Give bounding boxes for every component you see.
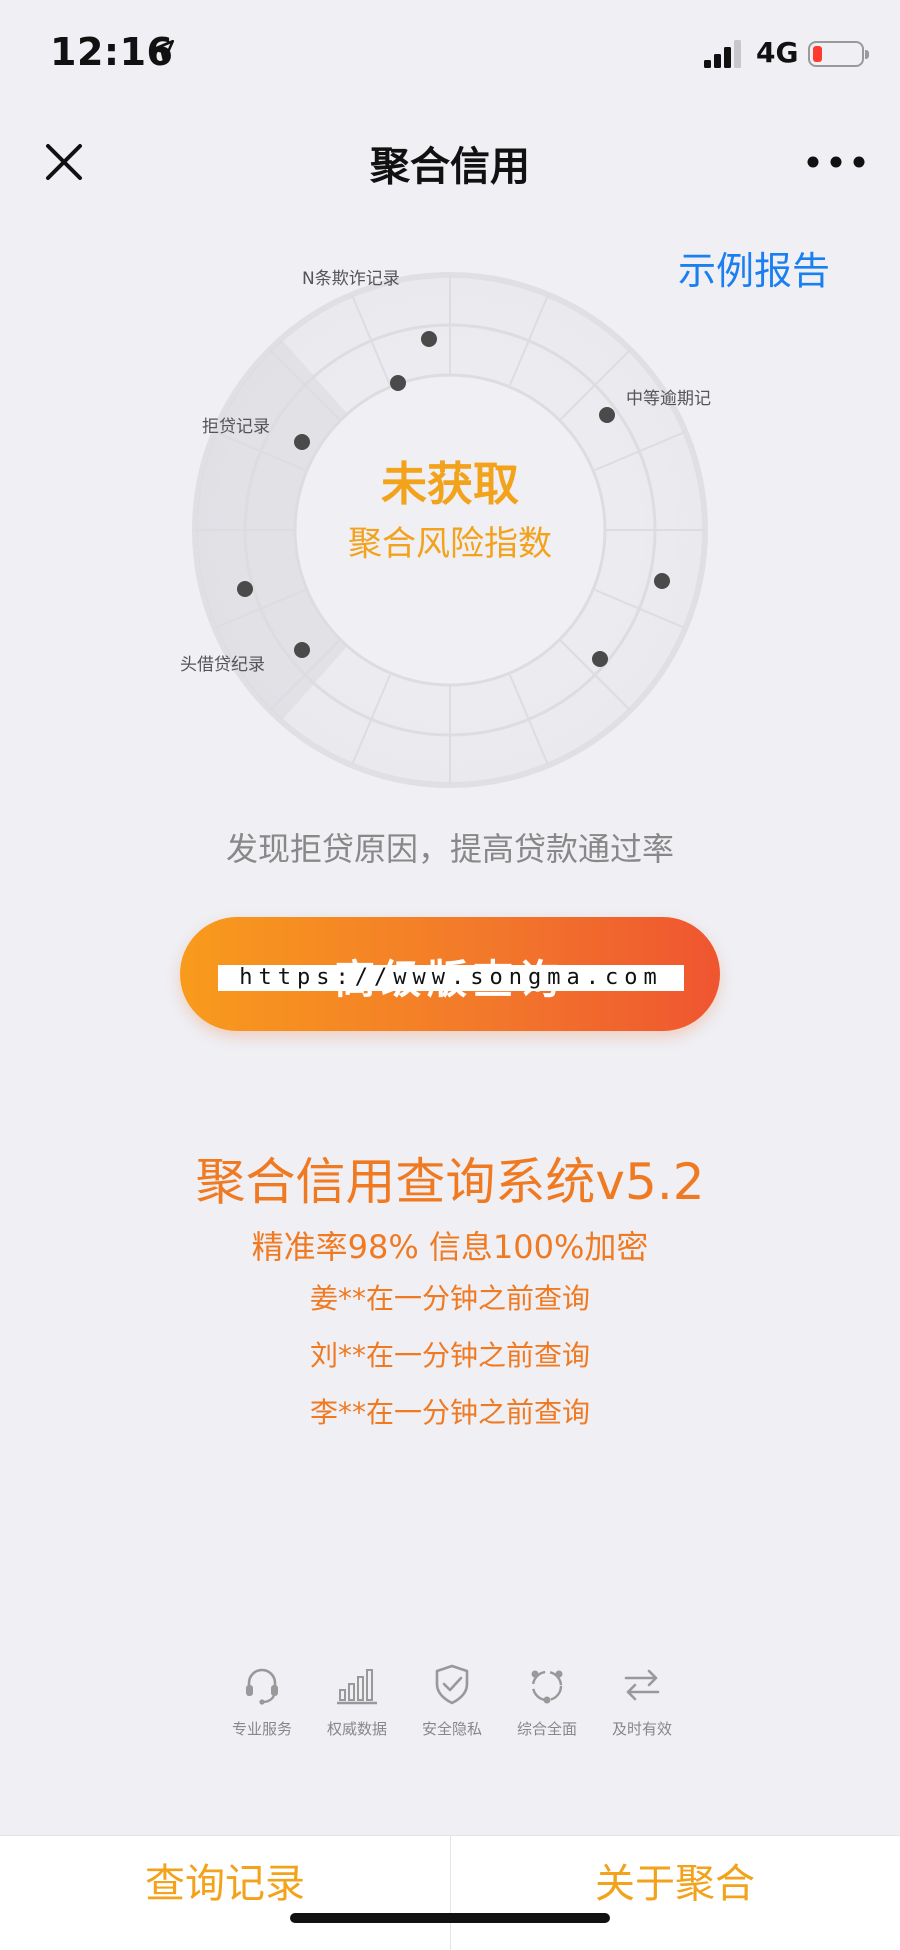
dial-label-fraud: N条欺诈记录 [302, 269, 400, 289]
location-arrow-icon [151, 39, 175, 63]
nav-bar: 聚合信用 [0, 110, 900, 210]
list-item: 李**在一分钟之前查询 [309, 1396, 590, 1429]
status-bar: 12:16 4G [0, 0, 900, 110]
dial-status: 未获取 [381, 457, 519, 511]
shield-check-icon [435, 1664, 469, 1705]
dial-label-reject: 拒贷记录 [202, 417, 270, 437]
battery-icon [808, 41, 869, 67]
more-icon[interactable] [806, 155, 866, 169]
list-item: 刘**在一分钟之前查询 [309, 1339, 590, 1372]
tab-query-records[interactable]: 查询记录 [0, 1836, 450, 1950]
feature-label: 专业服务 [231, 1720, 292, 1738]
feature-label: 权威数据 [326, 1720, 387, 1738]
dial-label-loan: 头借贷纪录 [180, 655, 265, 675]
feature-item: 专业服务 [222, 1662, 302, 1752]
dial-label-overdue: 中等逾期记 [626, 389, 711, 409]
feature-label: 安全隐私 [421, 1720, 482, 1738]
bar-chart-icon [337, 1669, 377, 1705]
battery-level [813, 46, 822, 62]
home-indicator [290, 1913, 610, 1923]
network-type: 4G [756, 36, 799, 69]
main-content: 示例报告 N条欺诈记录 中等逾期记 拒贷记录 头借贷纪录 未获取 聚合风险指数 … [0, 210, 900, 1835]
feature-row: 专业服务 权威数据 安全隐私 综合全面 及时有效 [222, 1662, 682, 1752]
dial-subtitle: 聚合风险指数 [348, 524, 552, 564]
watermark: https://www.songma.com [218, 965, 684, 991]
feature-item: 安全隐私 [412, 1662, 492, 1752]
feature-item: 权威数据 [317, 1662, 397, 1752]
tab-about[interactable]: 关于聚合 [450, 1836, 900, 1950]
list-item: 姜**在一分钟之前查询 [309, 1282, 590, 1315]
share-circle-icon [531, 1670, 563, 1704]
feature-label: 及时有效 [611, 1720, 672, 1738]
feature-label: 综合全面 [516, 1720, 577, 1738]
headset-icon [246, 1668, 278, 1705]
system-title: 聚合信用查询系统v5.2 [195, 1153, 705, 1211]
signal-icon [704, 40, 741, 68]
swap-arrows-icon [624, 1669, 660, 1701]
feature-item: 及时有效 [602, 1662, 682, 1752]
system-subtitle: 精准率98% 信息100%加密 [251, 1228, 649, 1266]
page-title: 聚合信用 [370, 144, 530, 190]
feature-item: 综合全面 [507, 1662, 587, 1752]
query-feed: 姜**在一分钟之前查询 刘**在一分钟之前查询 李**在一分钟之前查询 [0, 1275, 900, 1446]
hint-text: 发现拒贷原因，提高贷款通过率 [225, 830, 674, 868]
bottom-tab-bar: 查询记录 关于聚合 [0, 1835, 900, 1950]
